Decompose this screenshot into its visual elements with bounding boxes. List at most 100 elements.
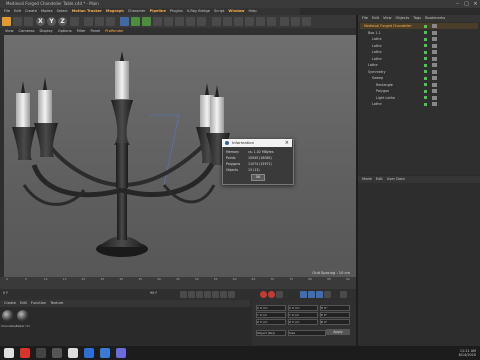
next-key-icon[interactable] <box>220 291 227 298</box>
position-x-field[interactable]: X 0 cm <box>256 304 286 311</box>
object-tree-row[interactable]: Lathe <box>360 36 478 42</box>
object-tree-row[interactable]: Lathe <box>360 43 478 49</box>
prev-key-icon[interactable] <box>188 291 195 298</box>
om-menu-bookmarks[interactable]: Bookmarks <box>425 16 445 20</box>
rotation-b-field[interactable]: B 0° <box>320 318 350 325</box>
material-tag-icon[interactable] <box>432 89 437 93</box>
object-name[interactable]: Rectangle <box>376 82 393 88</box>
z-axis-lock-icon[interactable]: Z <box>58 17 67 26</box>
coord-mode-select[interactable]: Object (Rel) <box>256 329 286 336</box>
object-tree-row[interactable]: Lathe <box>360 49 478 55</box>
mm-menu-create[interactable]: Create <box>4 301 16 305</box>
edges-mode-icon[interactable] <box>256 17 265 26</box>
material-tag-icon[interactable] <box>432 82 437 87</box>
object-name[interactable]: Polygon <box>376 88 389 94</box>
visibility-check-icon[interactable] <box>424 63 427 67</box>
vp-menu-cameras[interactable]: Cameras <box>19 29 35 33</box>
menu-plugins[interactable]: Plugins <box>170 9 183 13</box>
object-name[interactable]: Lathe <box>372 101 382 107</box>
object-tree-row[interactable]: Sweep <box>360 75 478 81</box>
object-name[interactable]: Symmetry <box>368 69 386 75</box>
rotation-p-field[interactable]: P 0° <box>320 311 350 318</box>
visibility-check-icon[interactable] <box>424 89 427 93</box>
visibility-check-icon[interactable] <box>424 96 427 99</box>
object-tree-row[interactable]: Symmetry <box>360 69 478 75</box>
object-name[interactable]: Lathe <box>368 62 378 68</box>
model-mode-icon[interactable] <box>223 17 232 26</box>
subdivision-icon[interactable] <box>142 17 151 26</box>
material-tag-icon[interactable] <box>432 69 437 74</box>
size-z-field[interactable]: Z 0 cm <box>288 318 318 325</box>
keyframe-selection-icon[interactable] <box>276 291 283 298</box>
object-tree-row[interactable]: Lathe <box>360 56 478 62</box>
position-y-field[interactable]: Y 0 cm <box>256 311 286 318</box>
object-tree-row[interactable]: Lathe <box>360 101 478 107</box>
move-icon[interactable] <box>24 17 33 26</box>
material-tag-icon[interactable] <box>432 76 437 80</box>
texture-mode-icon[interactable] <box>234 17 243 26</box>
visibility-check-icon[interactable] <box>424 24 427 28</box>
timeline-ruler[interactable]: 0 5 10 15 20 25 30 35 40 45 50 55 60 65 70 75 80 85 90 <box>0 277 356 289</box>
param-key-icon[interactable] <box>324 291 331 298</box>
chrome-icon[interactable] <box>84 348 94 358</box>
menu-help[interactable]: Help <box>249 9 257 13</box>
size-mode-select[interactable]: Size <box>288 329 326 336</box>
mm-menu-edit[interactable]: Edit <box>20 301 27 305</box>
layout-icon[interactable] <box>340 291 347 298</box>
object-tree-row[interactable]: Medieval Forged Chandelier <box>360 23 478 29</box>
dialog-ok-button[interactable]: OK <box>251 174 265 181</box>
render-picture-viewer-icon[interactable] <box>95 17 104 26</box>
3d-viewport[interactable]: Grid Spacing : 10 cm <box>4 35 356 277</box>
workplane-icon[interactable] <box>291 17 300 26</box>
menu-pipeline[interactable]: Pipeline <box>150 9 166 13</box>
camera-icon[interactable] <box>186 17 195 26</box>
rotation-h-field[interactable]: H 0° <box>320 304 350 311</box>
object-name[interactable]: Sweep <box>372 75 383 81</box>
live-selection-icon[interactable] <box>13 17 22 26</box>
y-axis-lock-icon[interactable]: Y <box>47 17 56 26</box>
minimize-button[interactable]: – <box>453 0 462 8</box>
vp-menu-filter[interactable]: Filter <box>77 29 86 33</box>
frame-end-field[interactable]: 90 F <box>150 291 157 295</box>
om-menu-tags[interactable]: Tags <box>413 16 421 20</box>
am-menu-user-data[interactable]: User Data <box>387 177 405 181</box>
visibility-check-icon[interactable] <box>424 44 427 47</box>
visibility-check-icon[interactable] <box>424 83 427 86</box>
mm-menu-function[interactable]: Function <box>31 301 46 305</box>
size-y-field[interactable]: Y 0 cm <box>288 311 318 318</box>
vp-menu-prorender[interactable]: ProRender <box>105 29 124 33</box>
visibility-check-icon[interactable] <box>424 57 427 60</box>
light-icon[interactable] <box>197 17 206 26</box>
om-menu-edit[interactable]: Edit <box>372 16 379 20</box>
pen-icon[interactable] <box>131 17 140 26</box>
position-z-field[interactable]: Z 0 cm <box>256 318 286 325</box>
menu-vray-bridge[interactable]: V-Ray Bridge <box>187 9 210 13</box>
material-tag-icon[interactable] <box>432 37 437 41</box>
material-tag-icon[interactable] <box>432 95 437 100</box>
om-menu-view[interactable]: View <box>383 16 392 20</box>
material-tag-icon[interactable] <box>432 24 437 28</box>
object-name[interactable]: Lathe <box>372 43 382 49</box>
render-settings-icon[interactable] <box>106 17 115 26</box>
menu-edit[interactable]: Edit <box>14 9 21 13</box>
go-to-end-icon[interactable] <box>228 291 235 298</box>
material-tag-icon[interactable] <box>432 50 437 54</box>
visibility-check-icon[interactable] <box>424 31 427 34</box>
autokey-icon[interactable] <box>268 291 275 298</box>
visibility-check-icon[interactable] <box>424 102 427 106</box>
object-tree-row[interactable]: Lathe <box>360 62 478 68</box>
close-button[interactable]: × <box>471 0 480 8</box>
undo-icon[interactable] <box>2 17 11 26</box>
system-tray-clock[interactable]: 11:21 AM 6/14/2020 <box>459 349 476 357</box>
object-name[interactable]: Lathe <box>372 49 382 55</box>
material-tag-icon[interactable] <box>432 43 437 48</box>
dialog-close-icon[interactable]: × <box>285 139 289 147</box>
menu-motion-tracker[interactable]: Motion Tracker <box>72 9 102 13</box>
windows-start-icon[interactable] <box>4 348 14 358</box>
material-swatch-metal[interactable] <box>17 310 29 322</box>
visibility-check-icon[interactable] <box>424 70 427 73</box>
next-frame-icon[interactable] <box>212 291 219 298</box>
polygons-mode-icon[interactable] <box>267 17 276 26</box>
make-editable-icon[interactable] <box>212 17 221 26</box>
c4d-app-icon[interactable] <box>100 348 110 358</box>
